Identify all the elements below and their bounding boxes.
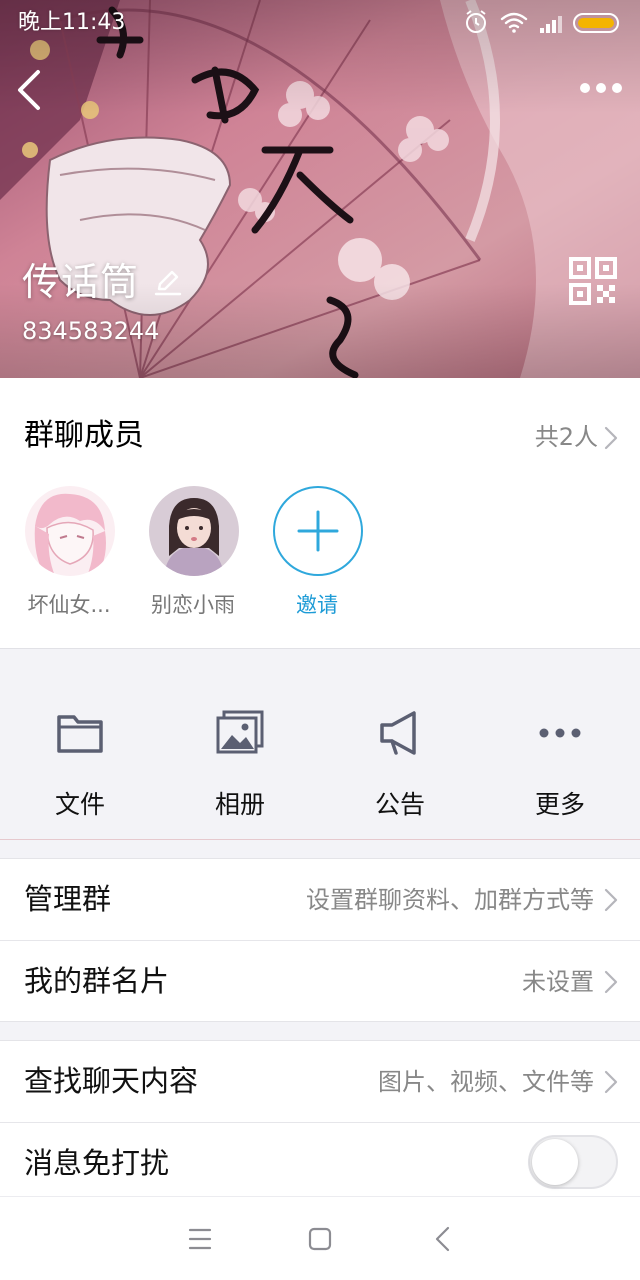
group-settings-list: 管理群 设置群聊资料、加群方式等 我的群名片 未设置 [0,858,640,1022]
folder-icon [57,715,103,753]
chevron-right-icon [604,970,618,994]
battery-icon [573,13,619,33]
manage-group-title: 管理群 [24,882,112,916]
avatar [25,486,115,576]
my-group-card-title: 我的群名片 [24,964,170,998]
invite-button[interactable]: 邀请 [262,486,372,626]
search-chat-title: 查找聊天内容 [24,1064,199,1098]
my-group-card-value: 未设置 [522,968,594,996]
qr-code-button[interactable] [568,256,618,306]
avatar [149,486,239,576]
invite-circle [273,486,363,576]
more-dots-icon [580,83,622,93]
more-options-button[interactable] [576,70,626,106]
mute-toggle[interactable] [528,1135,618,1189]
member-item[interactable]: 别恋小雨 [138,486,248,626]
member-name: 坏仙女... [27,593,111,617]
group-name-row[interactable]: 传话筒 [22,256,183,308]
album-icon [216,710,264,754]
files-button[interactable]: 文件 [0,649,160,841]
member-name: 别恋小雨 [151,593,235,617]
plus-icon [297,510,339,552]
function-grid: 文件 相册 公告 更多 [0,648,640,840]
back-button[interactable] [10,66,50,114]
manage-group-value: 设置群聊资料、加群方式等 [306,886,594,914]
chat-settings-list: 查找聊天内容 图片、视频、文件等 消息免打扰 [0,1040,640,1197]
signal-icon [540,16,562,33]
back-icon[interactable] [424,1221,464,1257]
members-title: 群聊成员 [24,418,144,453]
search-chat-row[interactable]: 查找聊天内容 图片、视频、文件等 [0,1041,640,1122]
more-features-button[interactable]: 更多 [480,649,640,841]
menu-icon[interactable] [180,1221,220,1257]
group-members-section: 群聊成员 共2人 坏仙女... 别恋小雨 邀请 [0,378,640,648]
home-icon[interactable] [300,1221,340,1257]
chevron-right-icon [604,1070,618,1094]
invite-label: 邀请 [296,593,338,617]
status-bar: 晚上11:43 [0,0,640,46]
group-header-banner: 晚上11:43 传话筒 834583244 [0,0,640,378]
chevron-right-icon [604,888,618,912]
system-nav-bar [0,1196,640,1280]
album-label: 相册 [214,790,265,819]
more-label: 更多 [534,790,585,819]
files-label: 文件 [54,790,105,819]
status-time: 晚上11:43 [18,10,126,35]
mute-notifications-row: 消息免打扰 [0,1122,640,1197]
search-chat-value: 图片、视频、文件等 [378,1068,594,1096]
announcement-button[interactable]: 公告 [320,649,480,841]
members-count: 共2人 [534,423,598,451]
back-arrow-icon [18,70,40,110]
more-dots-icon [539,728,581,738]
announcement-label: 公告 [374,790,425,819]
album-button[interactable]: 相册 [160,649,320,841]
manage-group-row[interactable]: 管理群 设置群聊资料、加群方式等 [0,859,640,940]
qr-code-icon [569,257,617,305]
group-members-header[interactable]: 群聊成员 共2人 [0,378,640,494]
group-name: 传话筒 [22,260,140,304]
edit-pencil-icon[interactable] [153,267,183,297]
announcement-icon [380,711,416,755]
group-id: 834583244 [22,317,160,345]
alarm-icon [466,10,486,33]
mute-notifications-title: 消息免打扰 [24,1146,170,1180]
toggle-knob [532,1139,578,1185]
my-group-card-row[interactable]: 我的群名片 未设置 [0,940,640,1021]
wifi-icon [500,12,528,33]
chevron-right-icon [604,426,618,450]
status-icons [464,8,624,36]
member-item[interactable]: 坏仙女... [14,486,124,626]
